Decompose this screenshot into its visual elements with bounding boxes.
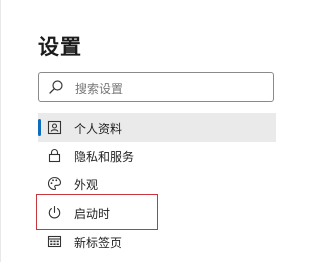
settings-panel: 设置 搜索设置 个人资料 隐私和服务 外观 启动时 新标签页 — [0, 0, 288, 262]
power-icon — [47, 205, 62, 220]
search-placeholder: 搜索设置 — [75, 82, 124, 96]
sidebar-item-appearance[interactable]: 外观 — [38, 169, 276, 198]
sidebar-item-new-tab[interactable]: 新标签页 — [38, 227, 276, 256]
sidebar-item-label: 隐私和服务 — [74, 150, 135, 164]
sidebar-item-profile[interactable]: 个人资料 — [38, 113, 276, 142]
search-icon — [48, 79, 64, 95]
lock-icon — [47, 148, 62, 163]
search-input[interactable]: 搜索设置 — [38, 72, 274, 102]
page-title: 设置 — [38, 35, 82, 59]
sidebar-item-label: 外观 — [74, 178, 99, 192]
sidebar-item-privacy[interactable]: 隐私和服务 — [38, 141, 276, 170]
palette-icon — [47, 176, 62, 191]
new-tab-icon — [47, 234, 62, 249]
panel-divider — [0, 0, 1, 262]
sidebar-item-startup[interactable]: 启动时 — [38, 198, 276, 227]
selected-indicator — [38, 119, 41, 136]
sidebar-item-label: 个人资料 — [74, 122, 123, 136]
profile-icon — [47, 120, 62, 135]
sidebar-item-label: 启动时 — [74, 207, 111, 221]
sidebar-item-label: 新标签页 — [74, 236, 123, 250]
